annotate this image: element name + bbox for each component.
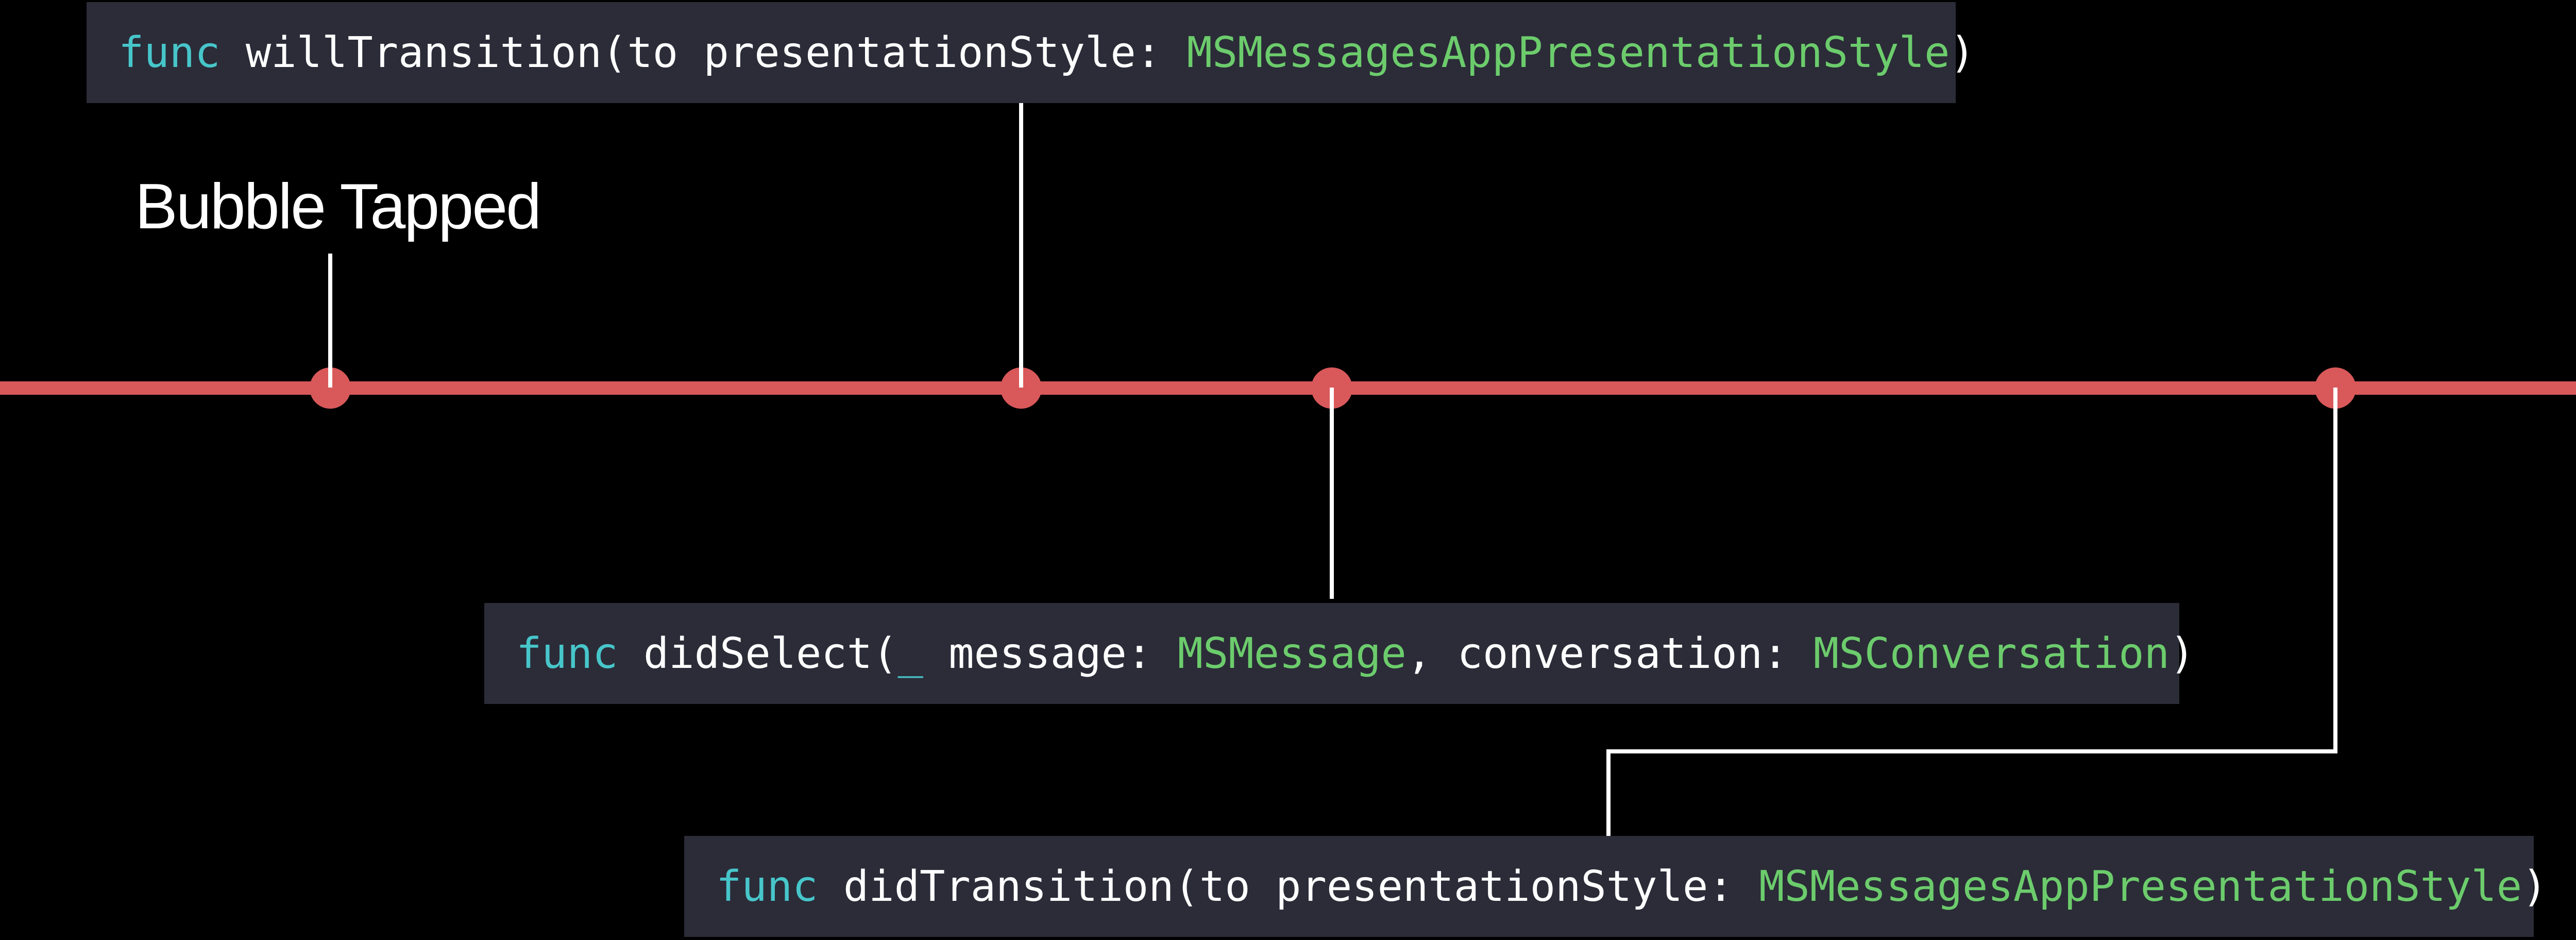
close-paren: ) — [2169, 629, 2195, 678]
close-paren: ) — [2522, 862, 2548, 911]
timeline — [0, 381, 2576, 395]
function-signature: willTransition(to presentationStyle: — [220, 28, 1187, 77]
keyword-func: func — [516, 629, 618, 678]
code-did-transition: func didTransition(to presentationStyle:… — [684, 836, 2548, 937]
code-will-transition: func willTransition(to presentationStyle… — [87, 2, 1975, 103]
param-message: message: — [923, 629, 1178, 678]
connector-did-transition-horizontal — [1606, 749, 2337, 753]
type-msconversation: MSConversation — [1813, 629, 2170, 678]
connector-did-transition-up — [1606, 749, 1611, 836]
connector-bubble-tapped — [328, 254, 332, 388]
type-name: MSMessagesAppPresentationStyle — [1759, 862, 2522, 911]
param-conversation: , conversation: — [1406, 629, 1814, 678]
function-signature: didTransition(to presentationStyle: — [818, 862, 1759, 911]
type-msmessage: MSMessage — [1177, 629, 1406, 678]
code-did-select: func didSelect(_ message: MSMessage, con… — [484, 603, 2195, 704]
keyword-func: func — [118, 28, 221, 77]
type-name: MSMessagesAppPresentationStyle — [1187, 28, 1950, 77]
function-signature: didSelect( — [618, 629, 898, 678]
event-label-bubble-tapped: Bubble Tapped — [135, 171, 541, 242]
underscore-label: _ — [897, 629, 923, 678]
connector-did-transition-down — [2333, 388, 2337, 753]
connector-did-select — [1330, 388, 1334, 599]
keyword-func: func — [716, 862, 818, 911]
close-paren: ) — [1950, 28, 1975, 77]
connector-will-transition — [1019, 103, 1023, 388]
